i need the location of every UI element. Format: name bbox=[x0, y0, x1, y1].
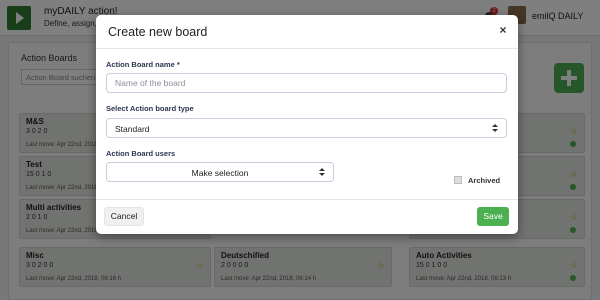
close-icon[interactable]: × bbox=[496, 23, 510, 37]
cancel-button[interactable]: Cancel bbox=[104, 207, 144, 226]
modal-title: Create new board bbox=[108, 25, 208, 39]
board-users-select[interactable]: Make selection bbox=[106, 162, 334, 182]
board-type-value: Standard bbox=[115, 124, 150, 134]
board-users-label: Action Board users bbox=[106, 149, 176, 158]
board-name-label: Action Board name * bbox=[106, 60, 180, 69]
select-arrows-icon bbox=[492, 124, 498, 134]
board-name-input[interactable] bbox=[106, 73, 507, 93]
checkbox-icon[interactable] bbox=[454, 176, 462, 184]
board-users-value: Make selection bbox=[191, 168, 249, 178]
modal-footer: Cancel Save bbox=[96, 199, 518, 234]
select-arrows-icon bbox=[319, 168, 325, 178]
board-type-label: Select Action board type bbox=[106, 104, 194, 113]
save-button[interactable]: Save bbox=[477, 207, 509, 226]
archived-label: Archived bbox=[468, 176, 501, 185]
modal-header: Create new board × bbox=[96, 15, 518, 49]
create-board-dialog: Create new board × Action Board name * S… bbox=[96, 15, 518, 234]
board-type-select[interactable]: Standard bbox=[106, 118, 507, 138]
